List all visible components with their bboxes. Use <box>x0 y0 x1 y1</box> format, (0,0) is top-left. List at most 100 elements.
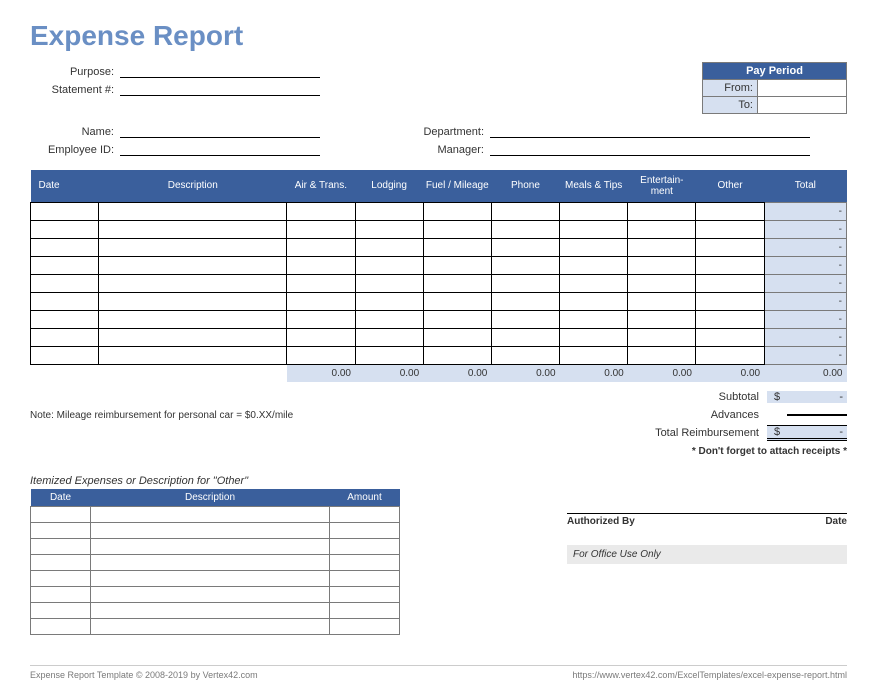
table-cell[interactable] <box>491 220 559 238</box>
table-cell[interactable] <box>491 310 559 328</box>
table-cell[interactable] <box>696 328 764 346</box>
table-cell[interactable] <box>287 328 355 346</box>
table-cell[interactable] <box>99 346 287 364</box>
table-cell[interactable] <box>560 292 628 310</box>
table-cell[interactable] <box>696 292 764 310</box>
name-input[interactable] <box>120 122 320 138</box>
table-cell[interactable] <box>628 274 696 292</box>
table-cell[interactable] <box>355 346 423 364</box>
itemized-cell[interactable] <box>91 555 330 571</box>
itemized-cell[interactable] <box>330 603 400 619</box>
itemized-cell[interactable] <box>31 523 91 539</box>
table-cell[interactable] <box>696 310 764 328</box>
itemized-cell[interactable] <box>31 587 91 603</box>
department-input[interactable] <box>490 122 810 138</box>
itemized-cell[interactable] <box>91 523 330 539</box>
employee-id-input[interactable] <box>120 140 320 156</box>
table-cell[interactable] <box>696 274 764 292</box>
pay-from-value[interactable] <box>758 80 846 96</box>
itemized-cell[interactable] <box>330 523 400 539</box>
table-cell[interactable] <box>99 310 287 328</box>
itemized-cell[interactable] <box>330 619 400 635</box>
table-cell[interactable] <box>423 238 491 256</box>
itemized-cell[interactable] <box>330 507 400 523</box>
table-cell[interactable] <box>287 202 355 220</box>
itemized-cell[interactable] <box>91 587 330 603</box>
table-cell[interactable] <box>628 220 696 238</box>
table-cell[interactable] <box>99 274 287 292</box>
table-cell[interactable] <box>355 256 423 274</box>
table-cell[interactable] <box>31 346 99 364</box>
table-cell[interactable] <box>31 310 99 328</box>
table-cell[interactable] <box>491 346 559 364</box>
table-cell[interactable] <box>99 292 287 310</box>
table-cell[interactable] <box>99 238 287 256</box>
table-cell[interactable] <box>31 292 99 310</box>
table-cell[interactable] <box>628 328 696 346</box>
table-cell[interactable] <box>696 346 764 364</box>
table-cell[interactable] <box>31 238 99 256</box>
table-cell[interactable] <box>355 220 423 238</box>
table-cell[interactable] <box>99 202 287 220</box>
table-cell[interactable] <box>696 256 764 274</box>
table-cell[interactable] <box>287 292 355 310</box>
purpose-input[interactable] <box>120 62 320 78</box>
itemized-cell[interactable] <box>91 539 330 555</box>
table-cell[interactable] <box>287 310 355 328</box>
table-cell[interactable] <box>628 202 696 220</box>
table-cell[interactable] <box>31 274 99 292</box>
itemized-cell[interactable] <box>330 571 400 587</box>
table-cell[interactable] <box>423 274 491 292</box>
table-cell[interactable] <box>31 202 99 220</box>
table-cell[interactable] <box>560 328 628 346</box>
table-cell[interactable] <box>560 274 628 292</box>
table-cell[interactable] <box>31 256 99 274</box>
itemized-cell[interactable] <box>330 587 400 603</box>
table-cell[interactable] <box>491 328 559 346</box>
table-cell[interactable] <box>491 202 559 220</box>
table-cell[interactable] <box>491 292 559 310</box>
table-cell[interactable] <box>491 256 559 274</box>
itemized-cell[interactable] <box>31 571 91 587</box>
table-cell[interactable] <box>355 202 423 220</box>
table-cell[interactable] <box>560 346 628 364</box>
itemized-cell[interactable] <box>91 619 330 635</box>
table-cell[interactable] <box>491 238 559 256</box>
advances-value[interactable] <box>787 414 847 416</box>
table-cell[interactable] <box>287 220 355 238</box>
itemized-cell[interactable] <box>31 555 91 571</box>
table-cell[interactable] <box>355 274 423 292</box>
itemized-cell[interactable] <box>91 571 330 587</box>
table-cell[interactable] <box>287 256 355 274</box>
table-cell[interactable] <box>560 310 628 328</box>
statement-input[interactable] <box>120 80 320 96</box>
table-cell[interactable] <box>560 220 628 238</box>
itemized-cell[interactable] <box>330 539 400 555</box>
table-cell[interactable] <box>423 310 491 328</box>
table-cell[interactable] <box>423 220 491 238</box>
table-cell[interactable] <box>355 238 423 256</box>
itemized-cell[interactable] <box>31 539 91 555</box>
pay-to-value[interactable] <box>758 97 846 113</box>
table-cell[interactable] <box>355 328 423 346</box>
table-cell[interactable] <box>423 202 491 220</box>
manager-input[interactable] <box>490 140 810 156</box>
table-cell[interactable] <box>696 220 764 238</box>
table-cell[interactable] <box>423 328 491 346</box>
itemized-cell[interactable] <box>330 555 400 571</box>
table-cell[interactable] <box>355 310 423 328</box>
table-cell[interactable] <box>99 256 287 274</box>
table-cell[interactable] <box>696 202 764 220</box>
table-cell[interactable] <box>287 238 355 256</box>
table-cell[interactable] <box>696 238 764 256</box>
table-cell[interactable] <box>31 328 99 346</box>
table-cell[interactable] <box>287 274 355 292</box>
table-cell[interactable] <box>628 292 696 310</box>
table-cell[interactable] <box>560 202 628 220</box>
table-cell[interactable] <box>560 238 628 256</box>
table-cell[interactable] <box>31 220 99 238</box>
itemized-cell[interactable] <box>31 507 91 523</box>
itemized-cell[interactable] <box>31 619 91 635</box>
table-cell[interactable] <box>560 256 628 274</box>
table-cell[interactable] <box>423 346 491 364</box>
